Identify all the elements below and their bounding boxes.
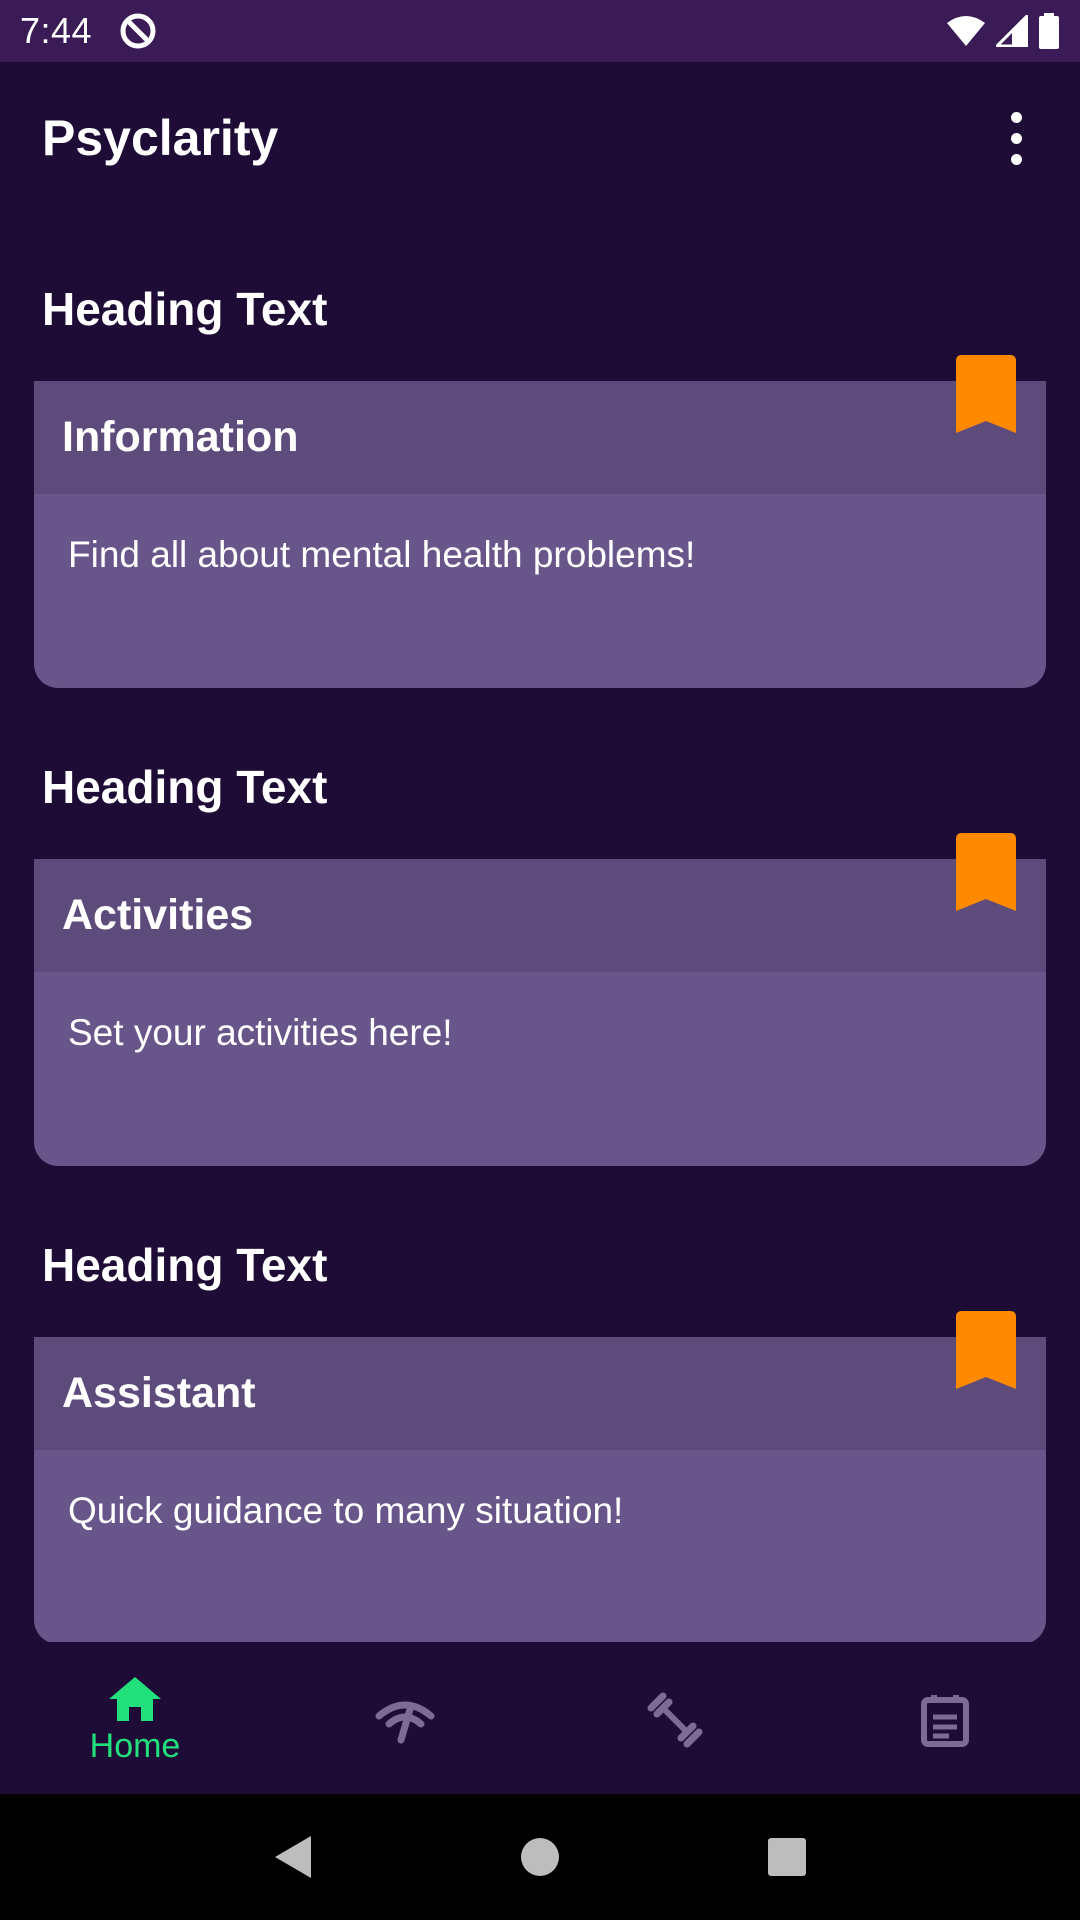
bookmark-icon[interactable] [956, 1311, 1016, 1389]
status-time: 7:44 [20, 10, 93, 51]
nav-item-home[interactable]: Home [0, 1642, 270, 1794]
card-title: Information [34, 381, 1046, 494]
battery-icon [1039, 13, 1059, 49]
notes-icon [921, 1695, 969, 1747]
card-information[interactable]: Information Find all about mental health… [34, 355, 1046, 688]
status-bar: 7:44 [0, 0, 1080, 62]
status-icons [946, 13, 1060, 49]
section-heading-1: Heading Text [42, 283, 328, 335]
app-notification-icon [120, 13, 156, 49]
card-text: Quick guidance to many situation! [68, 1490, 624, 1531]
system-navigation-bar [0, 1794, 1080, 1920]
nav-item-notes[interactable] [810, 1642, 1080, 1794]
home-icon [109, 1676, 161, 1721]
bookmark-icon[interactable] [956, 833, 1016, 911]
card-title: Assistant [34, 1337, 1046, 1450]
nav-item-signal[interactable] [270, 1642, 540, 1794]
bookmark-icon[interactable] [956, 355, 1016, 433]
app-title: Psyclarity [42, 110, 279, 166]
cellular-signal-icon [996, 15, 1028, 47]
back-icon[interactable] [273, 1834, 313, 1880]
card-activities[interactable]: Activities Set your activities here! [34, 833, 1046, 1166]
section-heading-2: Heading Text [42, 761, 328, 813]
dumbbell-icon [647, 1692, 703, 1748]
signal-icon [375, 1701, 435, 1744]
wifi-icon [947, 16, 985, 46]
overflow-menu-icon[interactable] [992, 98, 1040, 178]
card-text: Find all about mental health problems! [68, 534, 696, 575]
section-heading-3: Heading Text [42, 1239, 328, 1291]
nav-item-exercise[interactable] [540, 1642, 810, 1794]
recents-icon[interactable] [767, 1837, 807, 1877]
card-assistant[interactable]: Assistant Quick guidance to many situati… [34, 1311, 1046, 1644]
card-text: Set your activities here! [68, 1012, 453, 1053]
nav-item-label: Home [89, 1726, 181, 1765]
card-title: Activities [34, 859, 1046, 972]
home-circle-icon[interactable] [520, 1837, 560, 1877]
app-bar: Psyclarity [0, 62, 1080, 214]
bottom-navigation: Home [0, 1642, 1080, 1794]
